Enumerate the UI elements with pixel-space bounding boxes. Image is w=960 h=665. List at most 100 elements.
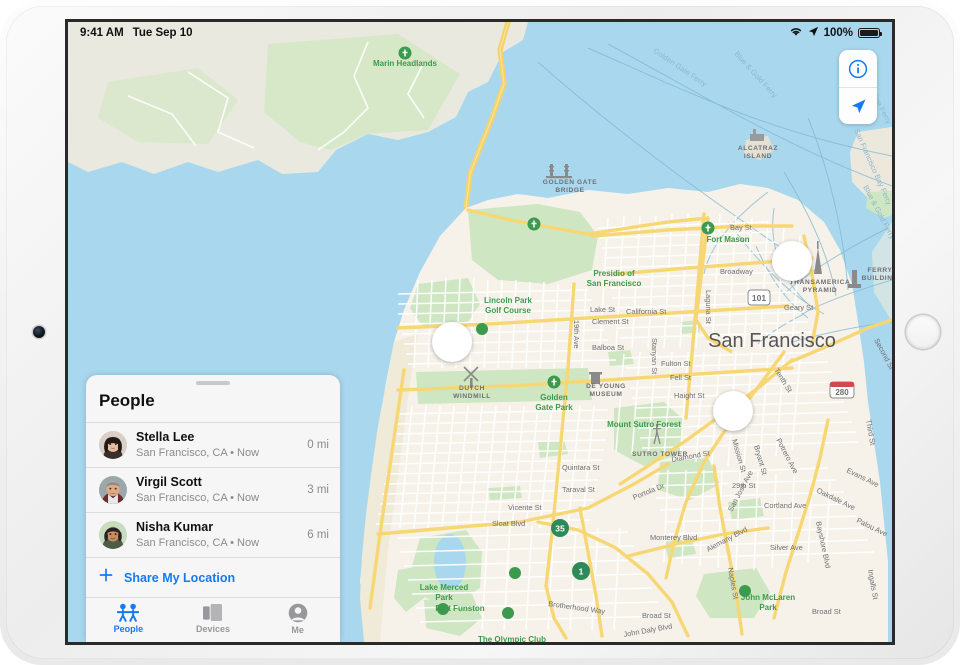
place-label: Golden xyxy=(540,393,568,402)
ipad-screen: 101 280 35 1 Golden Gate Ferry Blue & Go… xyxy=(68,22,892,642)
route-shield-1: 1 xyxy=(572,562,590,580)
tab-me-label: Me xyxy=(291,625,304,635)
map-pin-virgil-scott[interactable] xyxy=(713,391,753,431)
place-label: Marin Headlands xyxy=(373,59,438,68)
place-label: Presidio of xyxy=(593,269,635,278)
person-name: Nisha Kumar xyxy=(136,520,214,535)
person-circle-icon xyxy=(288,603,307,623)
place-label: Park xyxy=(759,603,777,612)
place-label: BRIDGE xyxy=(555,187,584,194)
panel-grabber[interactable] xyxy=(196,381,230,386)
tab-bar[interactable]: People Devices Me xyxy=(86,598,340,642)
list-item[interactable]: Stella Lee San Francisco, CA • Now 0 mi xyxy=(86,423,340,469)
street-label: Balboa St xyxy=(592,343,624,352)
person-distance: 6 mi xyxy=(307,529,329,542)
home-button[interactable] xyxy=(906,315,940,349)
place-label: Lake Merced xyxy=(420,583,469,592)
place-label: WINDMILL xyxy=(453,393,491,400)
place-label: TRANSAMERICA xyxy=(790,279,851,286)
place-label: ALCATRAZ xyxy=(738,145,778,152)
street-label: Geary St xyxy=(784,303,813,312)
place-label: DE YOUNG xyxy=(586,383,626,390)
street-label: Bay St xyxy=(730,223,752,232)
ipad-device: 101 280 35 1 Golden Gate Ferry Blue & Go… xyxy=(0,0,960,665)
front-camera-icon xyxy=(33,326,45,338)
street-label: Vicente St xyxy=(508,503,542,512)
svg-text:101: 101 xyxy=(752,293,766,303)
avatar-virgil-scott xyxy=(716,394,750,428)
info-circle-icon xyxy=(848,59,868,78)
place-label: ISLAND xyxy=(744,153,772,160)
place-label: Gate Park xyxy=(535,403,573,412)
list-item[interactable]: Nisha Kumar San Francisco, CA • Now 6 mi xyxy=(86,513,340,558)
avatar-nisha-kumar xyxy=(435,325,469,359)
street-label: Silver Ave xyxy=(770,543,803,552)
place-label: GOLDEN GATE xyxy=(543,179,597,186)
avatar-virgil-scott xyxy=(99,476,127,505)
place-label: DUTCH xyxy=(459,385,485,392)
person-name: Virgil Scott xyxy=(136,475,202,490)
place-label: Fort Mason xyxy=(706,235,749,244)
svg-text:35: 35 xyxy=(555,524,565,534)
street-label: Taraval St xyxy=(562,485,595,494)
share-my-location-label: Share My Location xyxy=(124,570,236,585)
map-pin-stella-lee[interactable] xyxy=(772,241,812,281)
people-panel[interactable]: People Stella Lee San Francisco, CA • No… xyxy=(86,375,340,642)
place-label: MUSEUM xyxy=(590,391,623,398)
person-name: Stella Lee xyxy=(136,430,195,445)
street-label: Cortland Ave xyxy=(764,501,806,510)
person-subtitle: San Francisco, CA • Now xyxy=(136,491,260,504)
place-label: BUILDING xyxy=(862,275,892,282)
map-controls[interactable] xyxy=(839,50,877,124)
map-info-button[interactable] xyxy=(839,50,877,87)
avatar-nisha-kumar xyxy=(99,521,127,550)
status-bar: 9:41 AM Tue Sep 10 100% xyxy=(68,22,892,44)
street-label: Fulton St xyxy=(661,359,691,368)
location-arrow-icon xyxy=(808,26,819,40)
panel-title: People xyxy=(86,387,340,424)
place-label: Mount Sutro Forest xyxy=(607,420,681,429)
plus-icon xyxy=(99,568,113,587)
wifi-icon xyxy=(789,26,803,40)
place-label: John McLaren xyxy=(741,593,795,602)
svg-text:1: 1 xyxy=(579,567,584,577)
street-label: Broadway xyxy=(720,267,753,276)
place-label: The Olympic Club xyxy=(478,635,546,642)
place-label: Park xyxy=(435,593,453,602)
avatar-stella-lee xyxy=(99,431,127,460)
tab-people[interactable]: People xyxy=(86,603,171,635)
route-shield-35: 35 xyxy=(551,519,569,537)
location-arrow-icon xyxy=(851,98,866,113)
map-locate-button[interactable] xyxy=(839,87,877,124)
city-label: San Francisco xyxy=(708,330,836,352)
place-label: San Francisco xyxy=(587,279,642,288)
map-pin-nisha-kumar[interactable] xyxy=(432,322,472,362)
svg-text:280: 280 xyxy=(835,388,849,397)
place-label: Golf Course xyxy=(485,306,531,315)
street-label: Sloat Blvd xyxy=(492,519,525,528)
street-label: Stanyan St xyxy=(650,338,659,374)
battery-percent: 100% xyxy=(823,27,853,39)
person-subtitle: San Francisco, CA • Now xyxy=(136,536,260,549)
battery-icon xyxy=(858,28,882,38)
tab-devices[interactable]: Devices xyxy=(171,603,256,635)
street-label: 19th Ave xyxy=(572,320,581,349)
list-item[interactable]: Virgil Scott San Francisco, CA • Now 3 m… xyxy=(86,468,340,514)
devices-icon xyxy=(203,603,223,622)
street-label: Broad St xyxy=(812,607,841,616)
tab-devices-label: Devices xyxy=(195,624,231,634)
place-label: FERRY xyxy=(867,267,892,274)
share-my-location-button[interactable]: Share My Location xyxy=(86,558,340,598)
people-icon xyxy=(117,603,140,622)
street-label: Fell St xyxy=(670,373,691,382)
person-distance: 3 mi xyxy=(307,484,329,497)
street-label: Quintara St xyxy=(562,463,599,472)
place-label: Lincoln Park xyxy=(484,296,533,305)
tab-me[interactable]: Me xyxy=(255,603,340,635)
street-label: Lake St xyxy=(590,305,615,314)
street-label: Laguna St xyxy=(704,290,713,324)
route-shield-101: 101 xyxy=(747,289,771,306)
person-distance: 0 mi xyxy=(307,439,329,452)
street-label: Monterey Blvd xyxy=(650,533,697,542)
street-label: Broad St xyxy=(642,611,671,620)
